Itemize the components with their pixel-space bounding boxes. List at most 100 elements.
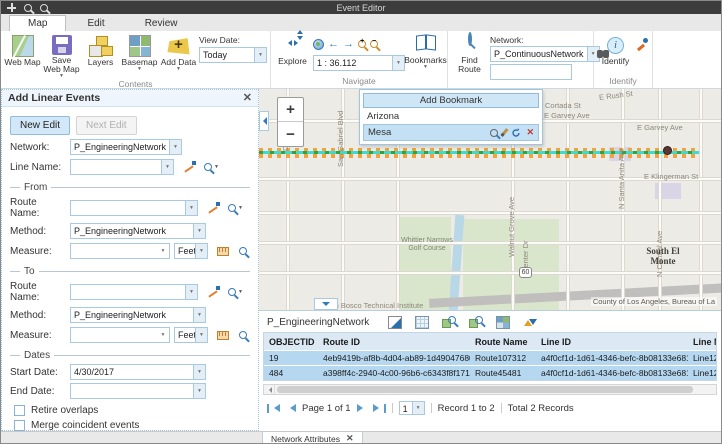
pan-icon[interactable] bbox=[7, 3, 16, 12]
measure-on-map-icon[interactable] bbox=[217, 331, 229, 340]
first-page-button[interactable] bbox=[267, 404, 280, 413]
zoom-to-route-icon[interactable]: ▼ bbox=[228, 288, 243, 296]
column-header-route-id[interactable]: Route ID bbox=[318, 337, 470, 347]
pan-to-selected-icon[interactable] bbox=[469, 316, 483, 329]
map-zoom-in-button[interactable]: + bbox=[278, 98, 303, 122]
basemap-button[interactable]: Basemap ▼ bbox=[121, 33, 158, 71]
street-label: N Santa Anita Ave bbox=[617, 149, 626, 209]
tab-edit[interactable]: Edit bbox=[68, 15, 123, 31]
add-data-button[interactable]: Add Data ▼ bbox=[160, 33, 197, 71]
map-zoom-out-button[interactable]: − bbox=[278, 122, 303, 146]
zoom-out-icon[interactable] bbox=[40, 4, 48, 12]
previous-page-button[interactable] bbox=[286, 404, 296, 412]
zoom-in-icon[interactable] bbox=[24, 4, 32, 12]
caret-down-icon: ▼ bbox=[392, 56, 404, 70]
bookmark-item-arizona[interactable]: Arizona bbox=[363, 108, 539, 124]
next-edit-button[interactable]: Next Edit bbox=[76, 116, 137, 135]
zoom-to-line-icon[interactable]: ▼ bbox=[204, 163, 219, 171]
delete-bookmark-icon[interactable]: ✕ bbox=[526, 128, 534, 137]
ribbon-group-contents: Web Map Save Web Map ▼ Layers Basemap ▼ bbox=[1, 31, 271, 88]
web-map-button[interactable]: Web Map bbox=[4, 33, 41, 67]
route-input[interactable] bbox=[490, 64, 572, 80]
start-date-select[interactable]: 4/30/2017 ▼ bbox=[70, 364, 206, 380]
column-header-line-id[interactable]: Line ID bbox=[536, 337, 688, 347]
column-header-objectid[interactable]: OBJECTID bbox=[264, 337, 318, 347]
retire-overlaps-checkbox[interactable]: Retire overlaps bbox=[14, 405, 250, 416]
scroll-left-icon[interactable] bbox=[264, 385, 275, 394]
app-title: Event Editor bbox=[1, 3, 721, 13]
town-label: South El Monte bbox=[639, 247, 687, 267]
to-method-select[interactable]: P_EngineeringNetwork ▼ bbox=[70, 307, 206, 323]
from-measure-unit-select[interactable]: Feet ▼ bbox=[174, 243, 208, 259]
next-page-button[interactable] bbox=[357, 404, 367, 412]
caret-down-icon: ▼ bbox=[193, 365, 205, 379]
next-extent-icon[interactable]: → bbox=[343, 39, 354, 49]
selection-options-icon[interactable] bbox=[388, 316, 402, 329]
layers-button[interactable]: Layers bbox=[82, 33, 119, 67]
horizontal-scrollbar[interactable] bbox=[263, 384, 717, 395]
zoom-to-measure-icon[interactable] bbox=[239, 247, 247, 255]
street-label: E Klingerman St bbox=[644, 172, 698, 181]
line-name-select[interactable]: ▼ bbox=[70, 159, 174, 175]
attribute-sets-icon[interactable] bbox=[496, 316, 510, 329]
explore-icon bbox=[282, 35, 304, 56]
to-route-name-select[interactable]: ▼ bbox=[70, 284, 198, 300]
identify-button[interactable]: i Identify bbox=[597, 33, 634, 66]
bookmark-item-mesa[interactable]: Mesa ✕ bbox=[363, 124, 539, 141]
column-header-route-name[interactable]: Route Name bbox=[470, 337, 536, 347]
previous-extent-icon[interactable]: ← bbox=[328, 39, 339, 49]
map-canvas[interactable]: E Rush St Cortada St E Garvey Ave E Garv… bbox=[259, 89, 721, 311]
from-section-label: From bbox=[24, 182, 47, 193]
end-date-select[interactable]: ▼ bbox=[70, 383, 206, 399]
to-measure-input[interactable]: ▼ bbox=[70, 327, 170, 343]
page-select[interactable]: 1 ▼ bbox=[399, 401, 425, 415]
to-method-label: Method: bbox=[10, 310, 66, 321]
save-web-map-button[interactable]: Save Web Map ▼ bbox=[43, 33, 80, 78]
scrollbar-thumb[interactable] bbox=[277, 386, 693, 393]
network-select[interactable]: P_ContinuousNetwork ▼ bbox=[490, 46, 600, 62]
bookmarks-button[interactable]: Bookmarks ▼ bbox=[407, 33, 444, 69]
show-table-icon[interactable] bbox=[415, 316, 429, 329]
close-tab-icon[interactable]: ✕ bbox=[346, 433, 354, 444]
table-row[interactable]: 484 a398ff4c-2940-4c00-96b6-c6343f8f1711… bbox=[264, 365, 716, 380]
network-field-select[interactable]: P_EngineeringNetwork ▼ bbox=[70, 139, 182, 155]
new-edit-button[interactable]: New Edit bbox=[10, 116, 70, 135]
tab-map[interactable]: Map bbox=[9, 15, 66, 31]
column-header-line-name[interactable]: Line Name bbox=[688, 337, 716, 347]
zoom-out-tool-icon[interactable]: − bbox=[370, 40, 378, 48]
tab-network-attributes[interactable]: Network Attributes ✕ bbox=[262, 432, 363, 444]
basemap-icon bbox=[129, 35, 151, 57]
zoom-to-bookmark-icon[interactable] bbox=[490, 129, 498, 137]
map-scale-select[interactable]: 1 : 36.112 ▼ bbox=[313, 55, 405, 71]
from-method-select[interactable]: P_EngineeringNetwork ▼ bbox=[70, 223, 206, 239]
zoom-in-tool-icon[interactable]: + bbox=[358, 40, 366, 48]
add-bookmark-button[interactable]: Add Bookmark bbox=[363, 93, 539, 108]
zoom-to-route-icon[interactable]: ▼ bbox=[228, 204, 243, 212]
select-line-on-map-icon[interactable] bbox=[183, 161, 196, 173]
select-route-on-map-icon[interactable] bbox=[207, 202, 220, 214]
to-section-label: To bbox=[24, 266, 35, 277]
merge-coincident-events-checkbox[interactable]: Merge coincident events bbox=[14, 420, 250, 431]
edit-bookmark-icon[interactable] bbox=[501, 128, 509, 137]
collapse-table-button[interactable] bbox=[314, 298, 338, 310]
from-route-name-select[interactable]: ▼ bbox=[70, 200, 198, 216]
full-extent-icon[interactable] bbox=[313, 39, 324, 50]
from-measure-input[interactable]: ▼ bbox=[70, 243, 170, 259]
zoom-to-selected-icon[interactable] bbox=[442, 316, 456, 329]
select-route-on-map-icon[interactable] bbox=[207, 286, 220, 298]
identify-route-location-icon[interactable] bbox=[636, 37, 649, 50]
measure-on-map-icon[interactable] bbox=[217, 247, 229, 256]
zoom-to-measure-icon[interactable] bbox=[239, 331, 247, 339]
find-route-button[interactable]: Find Route bbox=[451, 33, 488, 74]
table-row[interactable]: 19 4eb9419b-af8b-4d04-ab89-1d490476802b … bbox=[264, 350, 716, 365]
to-measure-unit-select[interactable]: Feet ▼ bbox=[174, 327, 208, 343]
refresh-bookmark-icon[interactable] bbox=[511, 128, 521, 138]
last-page-button[interactable] bbox=[373, 404, 386, 413]
explore-button[interactable]: Explore bbox=[274, 33, 311, 66]
view-date-select[interactable]: Today ▼ bbox=[199, 47, 267, 63]
sort-icon[interactable] bbox=[523, 316, 537, 329]
tab-review[interactable]: Review bbox=[126, 15, 197, 31]
collapse-panel-button[interactable] bbox=[259, 111, 269, 131]
view-date-label: View Date: bbox=[199, 35, 267, 45]
close-icon[interactable]: ✕ bbox=[243, 93, 252, 103]
